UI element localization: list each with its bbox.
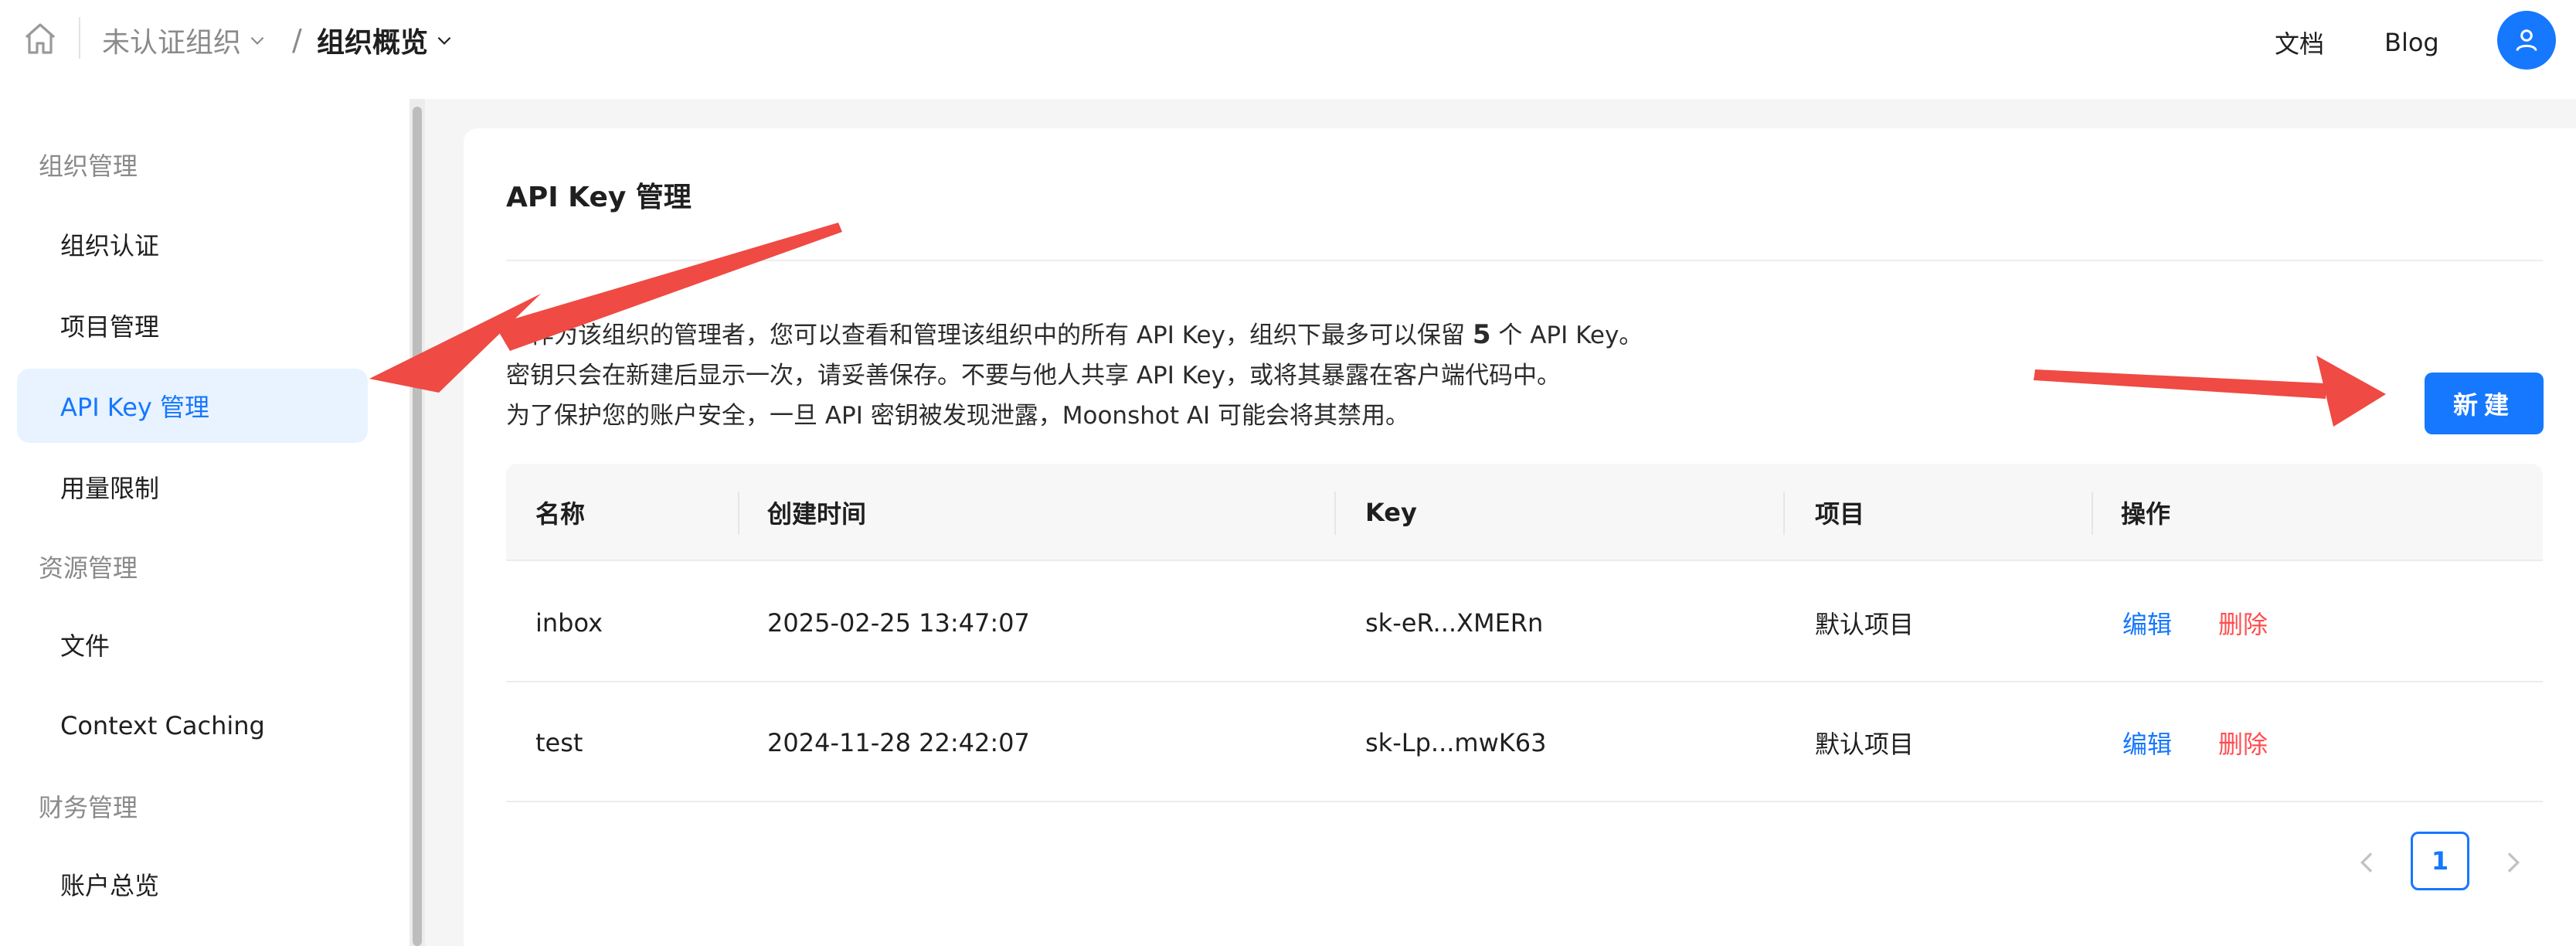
breadcrumb-page[interactable]: 组织概览 xyxy=(317,17,454,63)
description-line-2: 密钥只会在新建后显示一次，请妥善保存。不要与他人共享 API Key，或将其暴露… xyxy=(506,362,1561,390)
sidebar-item-usage-limits[interactable]: 用量限制 xyxy=(17,450,368,524)
column-separator xyxy=(2092,492,2093,535)
title-divider xyxy=(506,260,2543,261)
edit-button[interactable]: 编辑 xyxy=(2122,563,2172,682)
top-divider xyxy=(79,17,80,59)
table-header: 名称 创建时间 Key 项目 操作 xyxy=(506,464,2543,561)
sidebar-group-resources: 资源管理 xyxy=(39,553,138,583)
column-header-actions: 操作 xyxy=(2121,499,2171,529)
chevron-down-icon xyxy=(250,36,264,45)
avatar[interactable] xyxy=(2497,11,2556,70)
edit-button[interactable]: 编辑 xyxy=(2122,682,2172,802)
user-icon xyxy=(2516,29,2537,52)
table-row: inbox 2025-02-25 13:47:07 sk-eR...XMERn … xyxy=(506,563,2543,682)
breadcrumb-separator: / xyxy=(292,23,302,57)
cell-project: 默认项目 xyxy=(1815,609,1915,639)
desc-line1-suffix: 个 API Key。 xyxy=(1490,322,1643,349)
pagination-prev-icon[interactable] xyxy=(2352,847,2383,878)
cell-project: 默认项目 xyxy=(1815,729,1915,759)
home-icon[interactable] xyxy=(22,20,59,57)
sidebar-item-context-caching[interactable]: Context Caching xyxy=(17,689,368,763)
page-title: API Key 管理 xyxy=(506,182,692,213)
column-header-created: 创建时间 xyxy=(767,499,867,529)
sidebar-group-org: 组织管理 xyxy=(39,151,138,181)
breadcrumb-org-label: 未认证组织 xyxy=(102,27,242,59)
column-header-project: 项目 xyxy=(1815,499,1865,529)
chevron-down-icon xyxy=(437,36,451,45)
breadcrumb-page-label: 组织概览 xyxy=(317,27,429,59)
top-bar: 未认证组织 / 组织概览 文档 Blog xyxy=(0,0,2576,99)
sidebar-item-org-verify[interactable]: 组织认证 xyxy=(17,207,368,281)
sidebar-item-files[interactable]: 文件 xyxy=(17,607,368,682)
scrollbar-thumb[interactable] xyxy=(413,107,422,946)
sidebar-item-account-overview[interactable]: 账户总览 xyxy=(17,847,368,921)
column-separator xyxy=(1783,492,1785,535)
column-separator xyxy=(738,492,739,535)
description-line-1: 您作为该组织的管理者，您可以查看和管理该组织中的所有 API Key，组织下最多… xyxy=(506,315,1643,350)
sidebar-item-api-keys[interactable]: API Key 管理 xyxy=(17,369,368,443)
nav-docs-link[interactable]: 文档 xyxy=(2275,23,2324,62)
nav-blog-link[interactable]: Blog xyxy=(2384,23,2439,62)
sidebar-item-projects[interactable]: 项目管理 xyxy=(17,288,368,362)
new-api-key-button[interactable]: 新建 xyxy=(2425,373,2544,434)
description-line-3: 为了保护您的账户安全，一旦 API 密钥被发现泄露，Moonshot AI 可能… xyxy=(506,402,1410,430)
breadcrumb-org[interactable]: 未认证组织 xyxy=(102,17,267,63)
cell-name: inbox xyxy=(535,607,603,638)
key-limit-count: 5 xyxy=(1472,319,1491,350)
delete-button[interactable]: 删除 xyxy=(2218,563,2268,682)
pagination-current-page[interactable]: 1 xyxy=(2411,832,2469,890)
cell-key: sk-eR...XMERn xyxy=(1365,607,1544,638)
sidebar-scrollbar[interactable] xyxy=(410,99,425,946)
column-header-key: Key xyxy=(1365,498,1417,527)
cell-created: 2024-11-28 22:42:07 xyxy=(767,727,1030,757)
cell-created: 2025-02-25 13:47:07 xyxy=(767,607,1030,638)
cell-name: test xyxy=(535,727,583,757)
sidebar-group-finance: 财务管理 xyxy=(39,793,138,822)
desc-line1-text: 您作为该组织的管理者，您可以查看和管理该组织中的所有 API Key，组织下最多… xyxy=(506,322,1473,349)
column-header-name: 名称 xyxy=(535,499,586,529)
cell-key: sk-Lp...mwK63 xyxy=(1365,727,1547,757)
column-separator xyxy=(1334,492,1336,535)
pagination-next-icon[interactable] xyxy=(2497,847,2528,878)
table-row: test 2024-11-28 22:42:07 sk-Lp...mwK63 默… xyxy=(506,682,2543,802)
delete-button[interactable]: 删除 xyxy=(2218,682,2268,802)
